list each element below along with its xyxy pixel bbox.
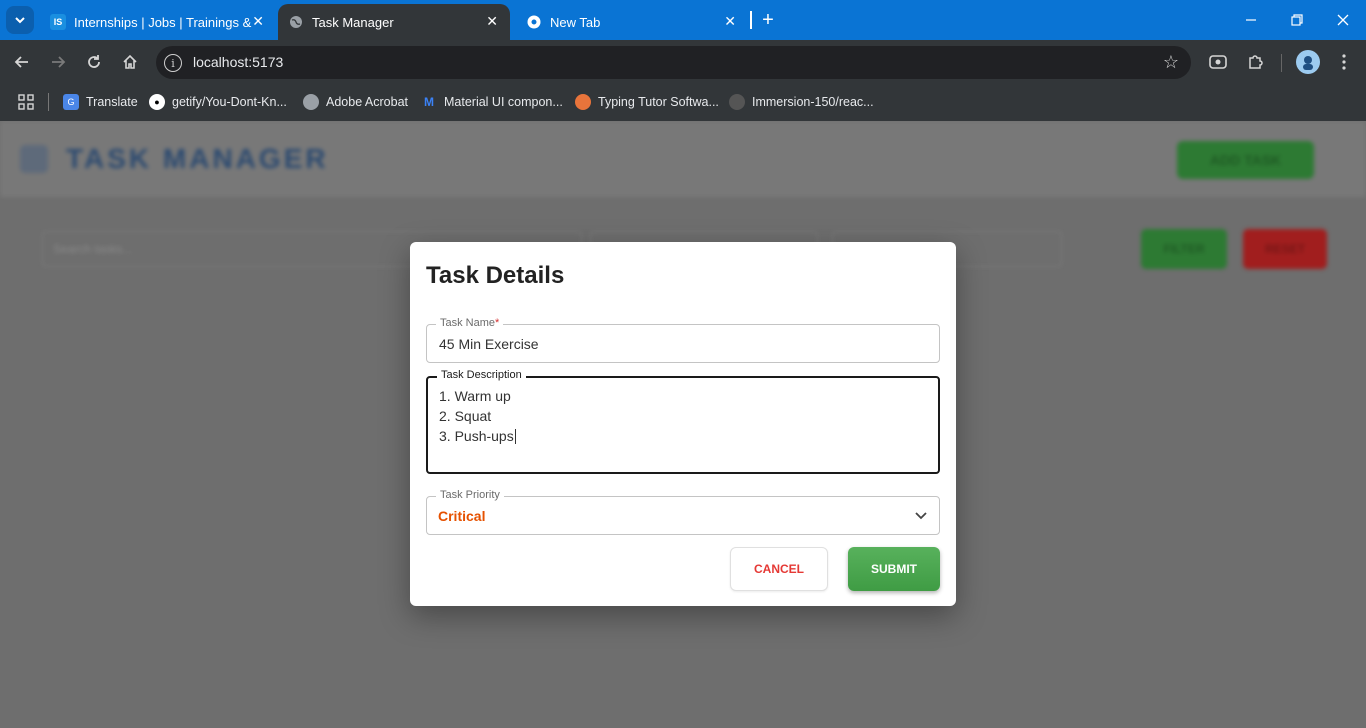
address-bar[interactable]: i localhost:5173 ☆ xyxy=(156,46,1191,79)
task-priority-select[interactable]: Task Priority Critical xyxy=(426,489,940,535)
bookmarks-bar: G Translate ● getify/You-Dont-Kn... Adob… xyxy=(0,84,1366,121)
filter-button: FILTER xyxy=(1141,229,1227,269)
browser-menu-button[interactable] xyxy=(1332,50,1356,74)
site-info-icon[interactable]: i xyxy=(164,54,182,72)
tab-new-tab[interactable]: New Tab ✕ xyxy=(516,4,748,40)
bookmark-label: getify/You-Dont-Kn... xyxy=(172,95,287,109)
minimize-icon xyxy=(1246,19,1256,21)
home-button[interactable] xyxy=(118,50,142,74)
typing-tutor-icon xyxy=(575,94,591,110)
browser-toolbar: i localhost:5173 ☆ xyxy=(0,40,1366,84)
kebab-menu-icon xyxy=(1342,54,1346,70)
text-caret xyxy=(514,429,516,444)
add-task-button: ADD TASK xyxy=(1177,141,1314,179)
restore-button[interactable] xyxy=(1274,0,1320,40)
tab-label: Internships | Jobs | Trainings & I xyxy=(74,14,254,30)
puzzle-icon xyxy=(1249,55,1263,69)
close-tab-icon[interactable]: ✕ xyxy=(486,13,498,30)
bookmark-label: Material UI compon... xyxy=(444,95,563,109)
close-icon xyxy=(1337,14,1349,26)
close-window-button[interactable] xyxy=(1320,0,1366,40)
chrome-icon xyxy=(526,14,542,30)
url-text: localhost:5173 xyxy=(193,54,284,70)
chevron-down-icon xyxy=(15,17,25,24)
tab-divider xyxy=(750,11,752,29)
bookmark-material-ui[interactable]: M Material UI compon... xyxy=(421,92,563,112)
bookmark-star-icon[interactable]: ☆ xyxy=(1163,52,1179,73)
google-translate-icon: G xyxy=(63,94,79,110)
bookmark-translate[interactable]: G Translate xyxy=(63,92,138,112)
chevron-down-icon xyxy=(915,512,927,520)
app-title: TASK MANAGER xyxy=(66,143,329,174)
mui-icon: M xyxy=(424,95,434,109)
app-header: TASK MANAGER ADD TASK xyxy=(0,121,1366,197)
tab-search-dropdown-button[interactable] xyxy=(6,6,34,34)
close-tab-icon[interactable]: ✕ xyxy=(252,13,264,30)
reload-icon xyxy=(88,55,100,68)
screen-cast-button[interactable] xyxy=(1206,50,1230,74)
bookmark-label: Typing Tutor Softwa... xyxy=(598,95,719,109)
bookmarks-divider xyxy=(48,93,49,111)
minimize-button[interactable] xyxy=(1228,0,1274,40)
required-mark: * xyxy=(495,317,500,329)
back-button[interactable] xyxy=(10,50,34,74)
bookmark-github-getify[interactable]: ● getify/You-Dont-Kn... xyxy=(149,92,287,112)
home-icon xyxy=(123,54,137,69)
close-tab-icon[interactable]: ✕ xyxy=(724,13,736,30)
globe-icon xyxy=(288,14,304,30)
bookmark-label: Translate xyxy=(86,95,138,109)
task-name-field[interactable]: Task Name* 45 Min Exercise xyxy=(426,317,940,363)
bookmark-label: Adobe Acrobat xyxy=(326,95,409,109)
github-icon: ● xyxy=(149,94,165,110)
globe-icon xyxy=(303,94,319,110)
app-logo-icon xyxy=(20,145,48,173)
task-priority-value: Critical xyxy=(438,508,486,524)
cancel-button[interactable]: CANCEL xyxy=(730,547,828,591)
tab-label: Task Manager xyxy=(312,14,394,30)
arrow-right-icon xyxy=(52,56,66,68)
submit-button[interactable]: SUBMIT xyxy=(848,547,940,591)
tab-internships[interactable]: IS Internships | Jobs | Trainings & I ✕ xyxy=(40,4,276,40)
dialog-title: Task Details xyxy=(426,262,565,289)
toolbar-divider xyxy=(1281,54,1282,72)
reset-button: RESET xyxy=(1243,229,1327,269)
task-description-field[interactable]: Task Description 1. Warm up 2. Squat 3. … xyxy=(426,369,940,474)
task-details-dialog: Task Details Task Name* 45 Min Exercise … xyxy=(410,242,956,606)
avatar-icon xyxy=(1303,56,1313,70)
task-description-label: Task Description xyxy=(437,369,526,381)
apps-button[interactable] xyxy=(18,92,34,112)
arrow-left-icon xyxy=(14,56,28,68)
extensions-button[interactable] xyxy=(1243,50,1267,74)
internshala-icon: IS xyxy=(50,14,66,30)
apps-grid-icon xyxy=(18,94,34,110)
profile-avatar[interactable] xyxy=(1296,50,1320,74)
task-name-value: 45 Min Exercise xyxy=(439,336,539,352)
bookmark-label: Immersion-150/reac... xyxy=(752,95,874,109)
github-icon xyxy=(729,94,745,110)
bookmark-typing-tutor[interactable]: Typing Tutor Softwa... xyxy=(575,92,719,112)
bookmark-adobe-acrobat[interactable]: Adobe Acrobat xyxy=(303,92,408,112)
browser-tab-bar: IS Internships | Jobs | Trainings & I ✕ … xyxy=(0,0,1366,40)
tab-task-manager[interactable]: Task Manager ✕ xyxy=(278,4,510,40)
description-line: 3. Push-ups xyxy=(439,428,516,444)
restore-icon xyxy=(1291,14,1303,26)
new-tab-button[interactable]: + xyxy=(758,8,778,32)
cast-icon xyxy=(1209,55,1227,69)
bookmark-github-immersion[interactable]: Immersion-150/reac... xyxy=(729,92,874,112)
description-line: 2. Squat xyxy=(439,408,492,424)
forward-button[interactable] xyxy=(46,50,70,74)
task-priority-label: Task Priority xyxy=(436,489,504,501)
tab-label: New Tab xyxy=(550,14,601,30)
reload-button[interactable] xyxy=(82,50,106,74)
task-name-label: Task Name* xyxy=(436,317,504,329)
description-line: 1. Warm up xyxy=(439,388,511,404)
